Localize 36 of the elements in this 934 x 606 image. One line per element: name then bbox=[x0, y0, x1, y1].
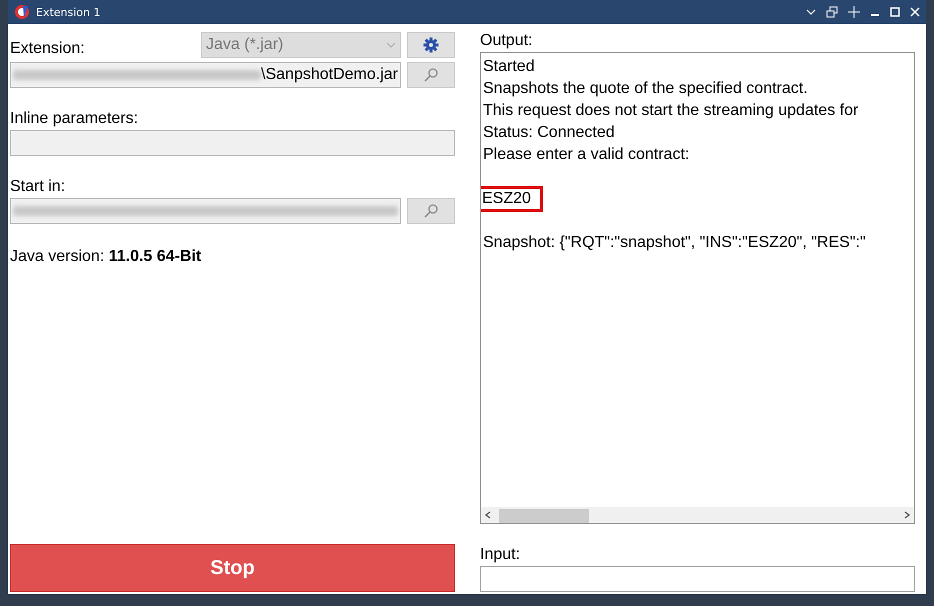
inline-parameters-field[interactable] bbox=[10, 130, 455, 156]
settings-button[interactable] bbox=[407, 32, 455, 58]
inline-parameters-label: Inline parameters: bbox=[10, 110, 140, 128]
scrollbar-thumb[interactable] bbox=[499, 509, 589, 523]
stop-button[interactable]: Stop bbox=[10, 544, 455, 592]
browse-button[interactable] bbox=[407, 62, 455, 88]
scroll-right-icon[interactable] bbox=[904, 511, 910, 519]
move-icon[interactable] bbox=[848, 6, 860, 18]
output-line: Status: Connected bbox=[483, 123, 615, 143]
search-icon bbox=[423, 203, 439, 219]
output-line: Started bbox=[483, 57, 535, 77]
maximize-icon[interactable] bbox=[890, 7, 900, 17]
close-icon[interactable] bbox=[910, 7, 920, 17]
path-text: \SanpshotDemo.jar bbox=[261, 66, 398, 84]
chevron-down-icon[interactable] bbox=[806, 8, 816, 16]
input-field[interactable] bbox=[480, 566, 915, 592]
input-label: Input: bbox=[480, 546, 522, 564]
java-version-text: Java version: 11.0.5 64-Bit bbox=[10, 248, 202, 266]
highlighted-output-line: ESZ20 bbox=[481, 188, 541, 210]
start-in-label: Start in: bbox=[10, 178, 66, 196]
app-logo-icon bbox=[14, 4, 30, 20]
output-line: Please enter a valid contract: bbox=[483, 145, 690, 165]
search-icon bbox=[423, 67, 439, 83]
window-title: Extension 1 bbox=[36, 6, 100, 18]
output-line: Snapshots the quote of the specified contract. bbox=[483, 79, 808, 99]
output-label: Output: bbox=[480, 32, 534, 50]
start-in-field[interactable] bbox=[10, 198, 401, 224]
output-line: This request does not start the streaming updates for bbox=[483, 101, 858, 121]
scroll-left-icon[interactable] bbox=[485, 511, 491, 519]
path-field[interactable]: \SanpshotDemo.jar bbox=[10, 62, 401, 88]
output-line: Snapshot: {"RQT":"snapshot", "INS":"ESZ20", "RES":" bbox=[483, 233, 866, 253]
settings-icon bbox=[423, 37, 439, 53]
windows-icon[interactable] bbox=[826, 6, 838, 18]
browse-button[interactable] bbox=[407, 198, 455, 224]
extension-label: Extension: bbox=[10, 39, 86, 58]
chevron-down-icon bbox=[386, 42, 396, 48]
